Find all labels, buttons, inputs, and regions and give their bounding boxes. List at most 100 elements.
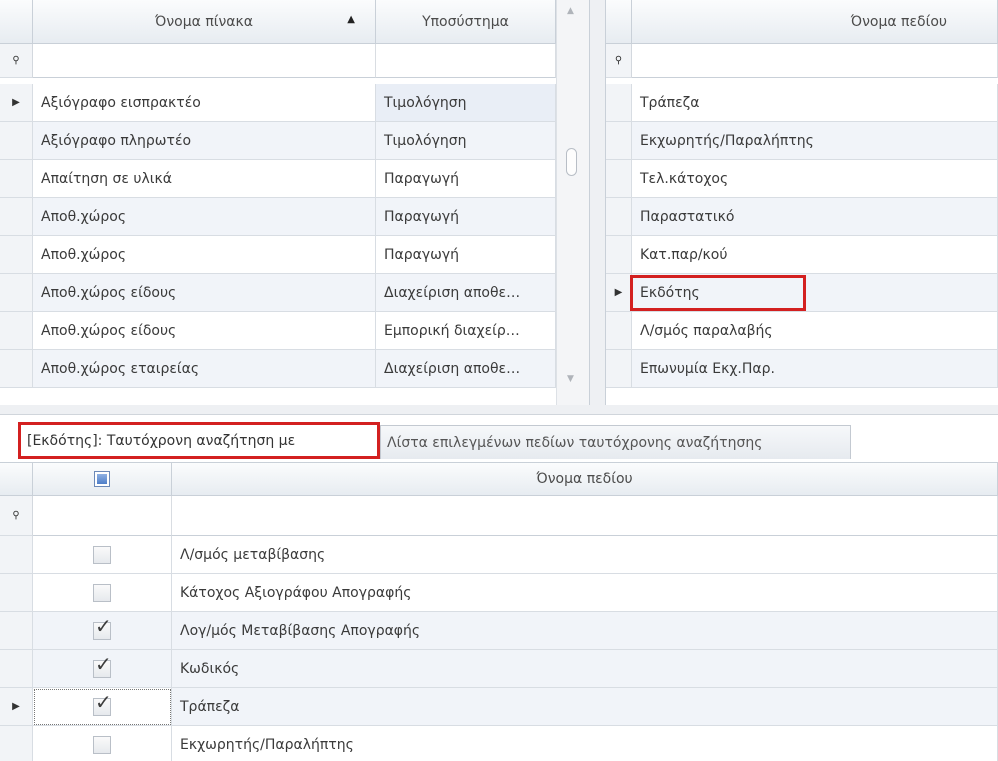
column-header-field-name[interactable]: Όνομα πεδίου [172,463,998,496]
list-item[interactable]: ✓ Κωδικός [0,650,998,688]
field-row[interactable]: Κατ.παρ/κού [606,236,998,274]
filter-icon[interactable]: ⚲ [606,44,632,78]
row-indicator[interactable] [606,236,632,274]
cell-table-name[interactable]: Αξιόγραφο πληρωτέο [33,122,376,160]
row-indicator[interactable] [0,726,33,761]
checkbox-cell[interactable] [33,536,172,574]
filter-icon[interactable]: ⚲ [0,496,33,536]
cell-field-name[interactable]: Λ/σμός παραλαβής [632,312,998,350]
checkbox-cell[interactable]: ✓ [33,688,172,726]
row-indicator[interactable]: ▶ [0,84,33,122]
scrollbar-thumb[interactable] [566,148,577,176]
field-row[interactable]: Λ/σμός παραλαβής [606,312,998,350]
horizontal-splitter[interactable] [0,405,998,415]
list-item[interactable]: Εκχωρητής/Παραλήπτης [0,726,998,761]
cell-subsystem[interactable]: Παραγωγή [376,236,556,274]
cell-subsystem[interactable]: Διαχείριση αποθε… [376,274,556,312]
field-row[interactable]: Τράπεζα [606,84,998,122]
table-row[interactable]: Αποθ.χώρος Παραγωγή [0,236,556,274]
list-item[interactable]: Λ/σμός μεταβίβασης [0,536,998,574]
cell-field-name[interactable]: Επωνυμία Εκχ.Παρ. [632,350,998,388]
cell-subsystem[interactable]: Παραγωγή [376,160,556,198]
cell-field-name[interactable]: Τράπεζα [172,688,998,726]
field-row[interactable]: Επωνυμία Εκχ.Παρ. [606,350,998,388]
cell-table-name[interactable]: Αξιόγραφο εισπρακτέο [33,84,376,122]
column-header-field-name[interactable]: Όνομα πεδίου [632,0,998,44]
list-item[interactable]: ✓ Λογ/μός Μεταβίβασης Απογραφής [0,612,998,650]
row-indicator[interactable]: ▶ [0,688,33,726]
cell-table-name[interactable]: Απαίτηση σε υλικά [33,160,376,198]
cell-subsystem[interactable]: Διαχείριση αποθε… [376,350,556,388]
row-indicator[interactable] [0,612,33,650]
checkbox-cell[interactable] [33,726,172,761]
cell-field-name[interactable]: Εκχωρητής/Παραλήπτης [632,122,998,160]
cell-field-name[interactable]: Κάτοχος Αξιογράφου Απογραφής [172,574,998,612]
row-checkbox[interactable]: ✓ [93,652,112,678]
row-checkbox[interactable]: ✓ [93,690,112,716]
column-header-table-name[interactable]: Όνομα πίνακα ▲ [33,0,376,44]
cell-table-name[interactable]: Αποθ.χώρος είδους [33,312,376,350]
cell-subsystem[interactable]: Τιμολόγηση [376,84,556,122]
filter-input-checkbox[interactable] [33,496,172,536]
table-row[interactable]: ▶ Αξιόγραφο εισπρακτέο Τιμολόγηση [0,84,556,122]
vertical-splitter[interactable] [590,0,606,405]
row-indicator[interactable] [0,312,33,350]
row-indicator[interactable] [606,160,632,198]
filter-icon[interactable]: ⚲ [0,44,33,78]
row-indicator[interactable] [606,84,632,122]
row-indicator[interactable] [606,312,632,350]
field-row[interactable]: ▶ Εκδότης [606,274,998,312]
filter-input-subsystem[interactable] [376,44,556,78]
scroll-up-icon[interactable]: ▲ [567,6,574,16]
row-indicator[interactable] [606,198,632,236]
cell-table-name[interactable]: Αποθ.χώρος είδους [33,274,376,312]
row-indicator[interactable] [0,198,33,236]
row-indicator[interactable] [0,650,33,688]
row-indicator[interactable] [0,274,33,312]
table-row[interactable]: Αποθ.χώρος είδους Διαχείριση αποθε… [0,274,556,312]
cell-subsystem[interactable]: Παραγωγή [376,198,556,236]
cell-table-name[interactable]: Αποθ.χώρος [33,236,376,274]
vertical-scrollbar[interactable]: ▲ ▼ [556,0,589,405]
tab-concurrent-search[interactable]: [Εκδότης]: Ταυτόχρονη αναζήτηση με [18,422,380,459]
row-indicator[interactable] [0,160,33,198]
filter-input-table-name[interactable] [33,44,376,78]
filter-input-field-name[interactable] [172,496,998,536]
filter-input-field-name[interactable] [632,44,998,78]
row-indicator[interactable] [0,236,33,274]
row-indicator[interactable] [606,350,632,388]
row-indicator[interactable]: ▶ [606,274,632,312]
cell-table-name[interactable]: Αποθ.χώρος εταιρείας [33,350,376,388]
select-all-checkbox[interactable] [94,471,110,487]
cell-field-name[interactable]: Εκχωρητής/Παραλήπτης [172,726,998,761]
row-checkbox[interactable] [93,735,111,754]
table-row[interactable]: Αποθ.χώρος εταιρείας Διαχείριση αποθε… [0,350,556,388]
row-indicator[interactable] [0,350,33,388]
list-item[interactable]: Κάτοχος Αξιογράφου Απογραφής [0,574,998,612]
cell-field-name[interactable]: Τράπεζα [632,84,998,122]
field-row[interactable]: Εκχωρητής/Παραλήπτης [606,122,998,160]
row-indicator[interactable] [606,122,632,160]
row-checkbox[interactable] [93,583,111,602]
cell-field-name[interactable]: Κατ.παρ/κού [632,236,998,274]
tab-selected-fields-list[interactable]: Λίστα επιλεγμένων πεδίων ταυτόχρονης ανα… [380,425,851,459]
cell-field-name[interactable]: Παραστατικό [632,198,998,236]
cell-subsystem[interactable]: Εμπορική διαχείρ… [376,312,556,350]
field-row[interactable]: Παραστατικό [606,198,998,236]
table-row[interactable]: Απαίτηση σε υλικά Παραγωγή [0,160,556,198]
checkbox-cell[interactable]: ✓ [33,612,172,650]
cell-field-name[interactable]: Τελ.κάτοχος [632,160,998,198]
cell-field-name[interactable]: Λογ/μός Μεταβίβασης Απογραφής [172,612,998,650]
checkbox-cell[interactable] [33,574,172,612]
field-row[interactable]: Τελ.κάτοχος [606,160,998,198]
row-indicator[interactable] [0,122,33,160]
list-item[interactable]: ▶ ✓ Τράπεζα [0,688,998,726]
table-row[interactable]: Αξιόγραφο πληρωτέο Τιμολόγηση [0,122,556,160]
row-indicator[interactable] [0,536,33,574]
column-header-subsystem[interactable]: Υποσύστημα [376,0,556,44]
checkbox-cell[interactable]: ✓ [33,650,172,688]
row-checkbox[interactable] [93,545,111,564]
table-row[interactable]: Αποθ.χώρος Παραγωγή [0,198,556,236]
table-row[interactable]: Αποθ.χώρος είδους Εμπορική διαχείρ… [0,312,556,350]
row-indicator[interactable] [0,574,33,612]
